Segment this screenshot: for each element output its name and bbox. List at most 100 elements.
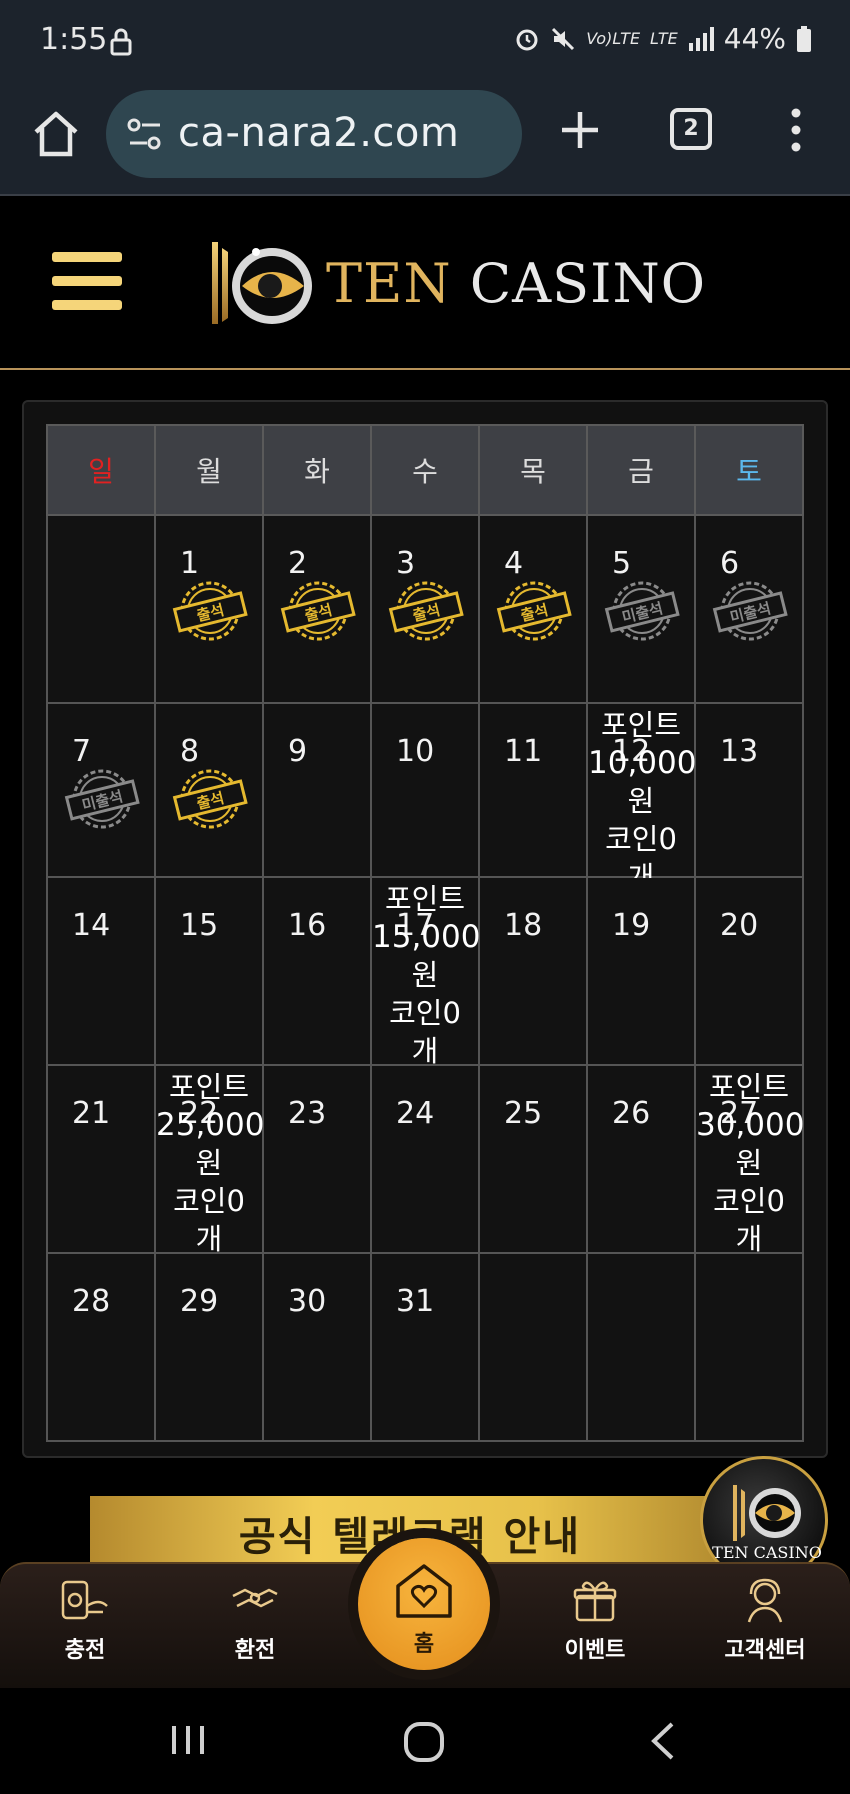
nav-deposit[interactable]: 충전 [20, 1576, 150, 1686]
browser-toolbar: ca-nara2.com 2 [0, 84, 850, 196]
absent-stamp-icon: 미출석 [712, 581, 788, 641]
calendar-day-number: 19 [612, 908, 651, 943]
calendar-day-number: 25 [504, 1096, 543, 1131]
calendar-day-number: 31 [396, 1284, 435, 1319]
system-nav-bar [0, 1688, 850, 1794]
calendar-day-number: 29 [180, 1284, 219, 1319]
reward-line: 30,000 [696, 1107, 805, 1143]
weekday-sat: 토 [694, 424, 804, 516]
calendar-day-cell[interactable]: 22 포인트 25,000 원 코인0 개 [154, 1064, 264, 1256]
reward-line: 코인0 [605, 822, 677, 856]
calendar-day-cell[interactable]: 11 [478, 702, 588, 878]
home-icon[interactable] [30, 108, 82, 160]
calendar-day-cell[interactable]: 14 [46, 876, 156, 1066]
calendar-day-cell[interactable]: 29 [154, 1252, 264, 1442]
calendar-day-cell[interactable]: 10 [370, 702, 480, 878]
calendar-day-cell[interactable]: 30 [262, 1252, 372, 1442]
calendar-week-row: 21 22 포인트 25,000 원 코인0 개 23 24 25 26 27 포인트 30,000 원 코인… [46, 1064, 804, 1256]
calendar-day-cell[interactable]: 7 미출석 [46, 702, 156, 878]
support-icon [747, 1578, 783, 1623]
calendar-day-cell[interactable]: 2 출석 [262, 514, 372, 704]
status-time: 1:55 [40, 22, 108, 57]
calendar-day-number: 5 [612, 546, 632, 581]
calendar-week-row: 14 15 16 17 포인트 15,000 원 코인0 개 18 19 20 [46, 876, 804, 1068]
calendar-day-cell[interactable]: 28 [46, 1252, 156, 1442]
status-icons: Vo)LTE LTE 44% [514, 22, 812, 55]
calendar-day-cell[interactable]: 19 [586, 876, 696, 1066]
calendar-day-cell[interactable]: 16 [262, 876, 372, 1066]
calendar-day-cell[interactable]: 26 [586, 1064, 696, 1254]
plus-icon[interactable] [558, 108, 602, 152]
reward-line: 포인트 [384, 882, 466, 916]
calendar-day-cell[interactable]: 3 출석 [370, 514, 480, 704]
reward-line: 원 [735, 1146, 763, 1180]
signal-icon [688, 26, 714, 51]
calendar-grid: 일 월 화 수 목 금 토 1 출석 2 출석 3 출석 4 출석 5 미출석 6 미출석 7 미출석 8 출… [46, 424, 804, 1442]
nav-support-label: 고객센터 [724, 1638, 806, 1663]
reward-info: 포인트 30,000 원 코인0 개 [696, 1068, 805, 1258]
calendar-day-cell [694, 1252, 804, 1442]
calendar-day-cell[interactable]: 6 미출석 [694, 514, 804, 704]
alarm-icon [516, 29, 538, 50]
reward-line: 10,000 [588, 745, 697, 781]
calendar-day-cell[interactable]: 21 [46, 1064, 156, 1254]
attended-stamp-icon: 출석 [172, 769, 248, 829]
calendar-week-row: 1 출석 2 출석 3 출석 4 출석 5 미출석 6 미출석 [46, 514, 804, 704]
battery-percent: 44% [723, 22, 786, 55]
calendar-body: 1 출석 2 출석 3 출석 4 출석 5 미출석 6 미출석 7 미출석 8 출석 9 10 11 12 포인트 10,… [46, 514, 804, 1442]
hamburger-icon[interactable] [52, 252, 122, 310]
weekday-fri: 금 [586, 424, 696, 516]
site-settings-icon[interactable] [126, 116, 164, 152]
reward-info: 포인트 25,000 원 코인0 개 [156, 1068, 264, 1258]
calendar-day-cell[interactable]: 4 출석 [478, 514, 588, 704]
calendar-day-number: 11 [504, 734, 543, 769]
gift-icon [573, 1581, 617, 1622]
calendar-day-number: 14 [72, 908, 111, 943]
calendar-day-cell[interactable]: 23 [262, 1064, 372, 1254]
calendar-day-cell[interactable]: 8 출석 [154, 702, 264, 878]
absent-stamp-icon: 미출석 [604, 581, 680, 641]
calendar-week-row: 7미출석8출석910 11 12포인트10,000원코인0개 13 [46, 702, 804, 894]
calendar-day-cell[interactable]: 9 [262, 702, 372, 878]
battery-icon [797, 25, 811, 52]
calendar-day-number: 26 [612, 1096, 651, 1131]
calendar-day-cell[interactable]: 1 출석 [154, 514, 264, 704]
nav-event[interactable]: 이벤트 [530, 1576, 660, 1686]
nav-withdraw-label: 환전 [234, 1638, 276, 1663]
calendar-day-number: 16 [288, 908, 327, 943]
calendar-day-number: 30 [288, 1284, 327, 1319]
nav-support[interactable]: 고객센터 [700, 1576, 830, 1686]
calendar-day-cell[interactable]: 27 포인트 30,000 원 코인0 개 [694, 1064, 804, 1256]
back-icon[interactable] [648, 1720, 678, 1762]
home-circle-icon[interactable] [402, 1720, 446, 1764]
calendar-day-cell[interactable]: 13 [694, 702, 804, 878]
nav-home-button[interactable]: 홈 [358, 1538, 490, 1670]
weekday-thu: 목 [478, 424, 588, 516]
logo-emblem-icon [212, 242, 312, 324]
calendar-day-cell[interactable]: 17 포인트 15,000 원 코인0 개 [370, 876, 480, 1068]
calendar-day-cell[interactable]: 24 [370, 1064, 480, 1254]
recent-apps-icon[interactable] [168, 1720, 208, 1760]
nav-withdraw[interactable]: 환전 [190, 1576, 320, 1686]
reward-line: 포인트 [168, 1070, 250, 1104]
calendar-day-cell[interactable]: 31 [370, 1252, 480, 1442]
weekday-sun: 일 [46, 424, 156, 516]
calendar-day-cell[interactable]: 18 [478, 876, 588, 1066]
calendar-day-cell[interactable]: 15 [154, 876, 264, 1066]
calendar-day-number: 13 [720, 734, 759, 769]
site-logo[interactable]: TEN CASINO [208, 234, 705, 334]
withdraw-icon [232, 1588, 278, 1608]
calendar-day-cell[interactable]: 20 [694, 876, 804, 1066]
tab-switcher-button[interactable]: 2 [670, 108, 712, 150]
calendar-day-cell[interactable]: 12포인트10,000원코인0개 [586, 702, 696, 894]
reward-line: 원 [195, 1146, 223, 1180]
reward-info: 포인트10,000원코인0개 [588, 706, 697, 896]
more-vert-icon[interactable] [786, 108, 806, 152]
calendar-day-cell[interactable]: 25 [478, 1064, 588, 1254]
floating-logo-text: TEN CASINO [712, 1543, 822, 1562]
calendar-day-cell[interactable]: 5 미출석 [586, 514, 696, 704]
reward-line: 포인트 [600, 708, 682, 742]
calendar-day-number: 20 [720, 908, 759, 943]
address-bar[interactable]: ca-nara2.com [106, 90, 522, 178]
reward-line: 코인0 [173, 1184, 245, 1218]
